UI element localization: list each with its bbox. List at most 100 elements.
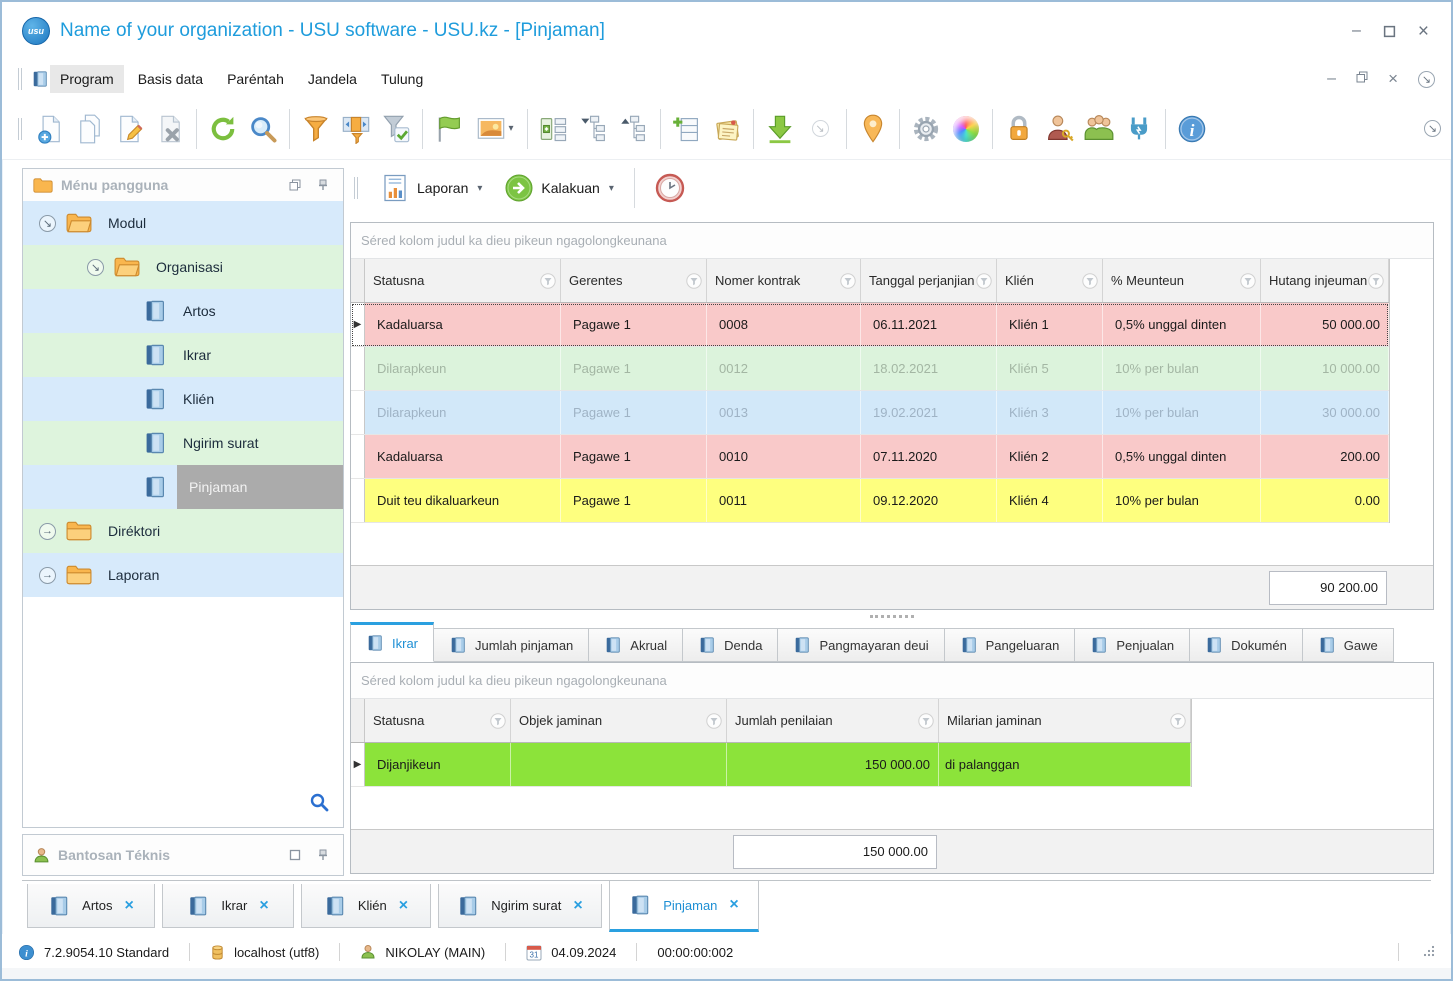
add-column-button[interactable] [667,107,707,151]
doc-tab-ikrar[interactable]: Ikrar× [162,884,294,928]
settings-button[interactable] [906,107,946,151]
mdi-minimize-icon[interactable]: – [1327,70,1336,88]
tree-item-artos[interactable]: Artos [23,289,343,333]
table-row[interactable]: ▶ Kadaluarsa Pagawe 1 0008 06.11.2021 Kl… [351,303,1389,347]
tab-pangeluaran[interactable]: Pangeluaran [945,628,1076,662]
plugins-button[interactable] [1119,107,1159,151]
collapse-tree-button[interactable] [574,107,614,151]
menu-item-program[interactable]: Program [50,65,124,93]
filter-icon[interactable] [1170,713,1186,729]
close-tab-icon[interactable]: × [399,898,408,914]
expand-node-icon[interactable]: → [39,567,56,584]
doc-tab-artos[interactable]: Artos× [27,884,155,928]
lock-button[interactable] [999,107,1039,151]
tree-item-ikrar[interactable]: Ikrar [23,333,343,377]
tab-ikrar[interactable]: Ikrar [350,622,434,662]
filter-icon[interactable] [840,273,856,289]
tree-item-modul[interactable]: ↘ Modul [23,201,343,245]
table-row[interactable]: Duit teu dikaluarkeun Pagawe 1 0011 09.1… [351,479,1389,523]
toolbar-grip[interactable] [18,118,22,140]
tab-pangmayaran-deui[interactable]: Pangmayaran deui [778,628,944,662]
close-tab-icon[interactable]: × [573,898,582,914]
tab-denda[interactable]: Denda [683,628,778,662]
refresh-button[interactable] [203,107,243,151]
delete-record-button[interactable] [150,107,190,151]
column-header-statusna[interactable]: Statusna [365,259,561,302]
mdi-close-icon[interactable]: × [1388,69,1398,89]
info-button[interactable]: i [1172,107,1212,151]
toolbar-overflow-icon[interactable]: ↘ [1424,120,1441,137]
doc-tab-ngirim-surat[interactable]: Ngirim surat× [438,884,602,928]
filter-icon[interactable] [976,273,992,289]
column-header-statusna[interactable]: Statusna [365,699,511,742]
table-row[interactable]: Dilarapkeun Pagawe 1 0013 19.02.2021 Kli… [351,391,1389,435]
filter-icon[interactable] [1082,273,1098,289]
close-tab-icon[interactable]: × [125,898,134,914]
pin-panel-icon[interactable] [313,175,333,195]
filter-icon[interactable] [1368,273,1384,289]
table-row[interactable]: ▶ Dijanjikeun 150 000.00 di palanggan [351,743,1191,787]
filter-apply-button[interactable] [376,107,416,151]
close-tab-icon[interactable]: × [729,897,738,913]
close-tab-icon[interactable]: × [259,898,268,914]
tree-item-organisasi[interactable]: ↘ Organisasi [23,245,343,289]
doc-tab-klien[interactable]: Klién× [301,884,431,928]
close-icon[interactable]: × [1418,22,1429,41]
flag-button[interactable] [429,107,469,151]
users-button[interactable] [1079,107,1119,151]
tree-item-ngirim-surat[interactable]: Ngirim surat [23,421,343,465]
tab-dokumen[interactable]: Dokumén [1190,628,1303,662]
edit-record-button[interactable] [110,107,150,151]
column-header-gerentes[interactable]: Gerentes [561,259,707,302]
maximize-panel-icon[interactable] [285,845,305,865]
table-row[interactable]: Dilarapkeun Pagawe 1 0012 18.02.2021 Kli… [351,347,1389,391]
minimize-icon[interactable]: – [1352,23,1361,39]
add-record-button[interactable] [30,107,70,151]
tab-jumlah-pinjaman[interactable]: Jumlah pinjaman [434,628,589,662]
filter-icon[interactable] [540,273,556,289]
collapse-node-icon[interactable]: ↘ [39,215,56,232]
filter-icon[interactable] [490,713,506,729]
pin-panel-icon[interactable] [313,845,333,865]
column-header-hutang[interactable]: Hutang injeuman [1261,259,1389,302]
filter-button[interactable] [296,107,336,151]
tab-akrual[interactable]: Akrual [589,628,683,662]
location-button[interactable] [853,107,893,151]
kalakuan-button[interactable]: Kalakuan▾ [496,169,621,207]
tab-penjualan[interactable]: Penjualan [1075,628,1190,662]
copy-record-button[interactable] [70,107,110,151]
column-header-meunteun[interactable]: % Meunteun [1103,259,1261,302]
doc-tab-pinjaman[interactable]: Pinjaman× [609,881,759,932]
user-permissions-button[interactable] [1039,107,1079,151]
column-header-nomer-kontrak[interactable]: Nomer kontrak [707,259,861,302]
expand-node-icon[interactable]: → [39,523,56,540]
filter-by-selection-button[interactable] [336,107,376,151]
filter-icon[interactable] [686,273,702,289]
search-button[interactable] [243,107,283,151]
colors-button[interactable] [946,107,986,151]
expand-tree-button[interactable] [614,107,654,151]
expand-levels-button[interactable] [534,107,574,151]
timer-button[interactable] [647,169,693,207]
column-header-jumlah-penilaian[interactable]: Jumlah penilaian [727,699,939,742]
tree-search-icon[interactable] [309,792,329,817]
collapse-node-icon[interactable]: ↘ [87,259,104,276]
resize-grip[interactable] [1421,945,1435,959]
toolbar-grip[interactable] [354,177,358,199]
column-header-klien[interactable]: Klién [997,259,1103,302]
column-header-tanggal[interactable]: Tanggal perjanjian [861,259,997,302]
menu-item-basis-data[interactable]: Basis data [128,65,213,93]
menu-overflow-icon[interactable]: ↘ [1418,71,1435,88]
tree-item-laporan[interactable]: → Laporan [23,553,343,597]
horizontal-splitter[interactable] [350,610,1434,622]
toolbar-grip[interactable] [18,68,22,90]
filter-icon[interactable] [918,713,934,729]
table-row[interactable]: Kadaluarsa Pagawe 1 0010 07.11.2020 Klié… [351,435,1389,479]
mdi-restore-icon[interactable] [1356,70,1368,88]
restore-panel-icon[interactable] [285,175,305,195]
filter-icon[interactable] [1240,273,1256,289]
notes-button[interactable] [707,107,747,151]
tab-gawe[interactable]: Gawe [1303,628,1394,662]
laporan-button[interactable]: Laporan▾ [372,169,490,207]
maximize-icon[interactable] [1383,25,1396,38]
